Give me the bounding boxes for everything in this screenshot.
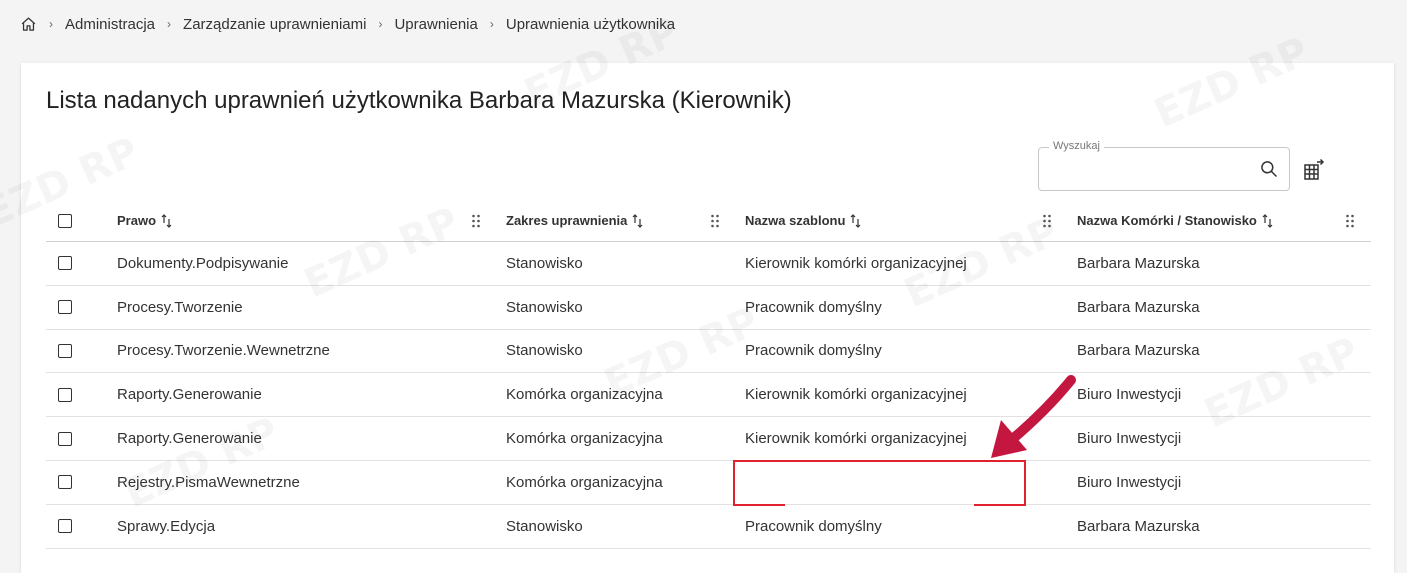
- cell-szablon: Kierownik komórki organizacyjnej: [745, 254, 967, 272]
- table-row[interactable]: Raporty.Generowanie Komórka organizacyjn…: [46, 417, 1371, 461]
- row-checkbox[interactable]: [58, 519, 72, 534]
- cell-komorka: Barbara Mazurska: [1077, 342, 1200, 360]
- breadcrumb-item-zarzadzanie[interactable]: Zarządzanie uprawnieniami: [183, 16, 366, 33]
- cell-zakres: Stanowisko: [506, 254, 583, 272]
- cell-komorka: Barbara Mazurska: [1077, 517, 1200, 535]
- row-checkbox[interactable]: [58, 475, 72, 490]
- cell-zakres: Komórka organizacyjna: [506, 386, 663, 404]
- row-checkbox[interactable]: [58, 343, 72, 358]
- row-checkbox[interactable]: [58, 387, 72, 402]
- permissions-card: Lista nadanych uprawnień użytkownika Bar…: [21, 63, 1394, 573]
- cell-prawo: Procesy.Tworzenie.Wewnetrzne: [117, 342, 330, 360]
- cell-prawo: Rejestry.PismaWewnetrzne: [117, 473, 300, 491]
- row-checkbox[interactable]: [58, 431, 72, 446]
- cell-zakres: Stanowisko: [506, 342, 583, 360]
- cell-szablon: Pracownik domyślny: [745, 517, 882, 535]
- table-row[interactable]: Procesy.Tworzenie Stanowisko Pracownik d…: [46, 286, 1371, 330]
- table-row[interactable]: Dokumenty.Podpisywanie Stanowisko Kierow…: [46, 242, 1371, 286]
- breadcrumb-item-current: Uprawnienia użytkownika: [505, 15, 676, 33]
- breadcrumb-separator: ›: [49, 17, 53, 31]
- sort-icon[interactable]: [632, 213, 644, 228]
- cell-szablon: Kierownik komórki organizacyjnej: [745, 386, 967, 404]
- drag-handle-icon[interactable]: [1345, 214, 1355, 228]
- column-header-label: Nazwa szablonu: [745, 213, 846, 228]
- breadcrumb-item-uprawnienia[interactable]: Uprawnienia: [394, 16, 477, 33]
- cell-szablon: Pracownik domyślny: [745, 342, 882, 360]
- table-export-icon[interactable]: [1302, 158, 1326, 182]
- table-row[interactable]: Rejestry.PismaWewnetrzne Komórka organiz…: [46, 461, 1371, 505]
- sort-icon[interactable]: [161, 213, 173, 228]
- cell-komorka: Biuro Inwestycji: [1077, 430, 1182, 448]
- breadcrumb-separator: ›: [378, 17, 383, 31]
- table-row[interactable]: Sprawy.Edycja Stanowisko Pracownik domyś…: [46, 505, 1371, 549]
- breadcrumb-separator: ›: [167, 17, 172, 31]
- home-icon[interactable]: [20, 16, 37, 33]
- search-field[interactable]: Wyszukaj: [1038, 140, 1290, 191]
- cell-szablon: Pracownik domyślny: [745, 298, 882, 316]
- row-checkbox[interactable]: [58, 256, 72, 271]
- cell-prawo: Procesy.Tworzenie: [117, 298, 243, 316]
- breadcrumb-item-administracja[interactable]: Administracja: [65, 16, 155, 33]
- breadcrumb-separator: ›: [489, 17, 494, 31]
- cell-komorka: Barbara Mazurska: [1077, 298, 1200, 316]
- select-all-checkbox[interactable]: [58, 213, 72, 228]
- permissions-table: Prawo Zakres uprawnienia Nazwa szablonu …: [46, 200, 1371, 549]
- column-header-label: Prawo: [117, 213, 157, 228]
- column-header-label: Zakres uprawnienia: [506, 213, 628, 228]
- search-input[interactable]: [1049, 158, 1253, 182]
- row-checkbox[interactable]: [58, 300, 72, 315]
- cell-prawo: Dokumenty.Podpisywanie: [117, 254, 289, 272]
- cell-komorka: Barbara Mazurska: [1077, 254, 1200, 272]
- annotation-arrow-icon: [991, 375, 1076, 458]
- cell-prawo: Raporty.Generowanie: [117, 386, 262, 404]
- drag-handle-icon[interactable]: [471, 214, 481, 228]
- sort-icon[interactable]: [1262, 213, 1274, 228]
- sort-icon[interactable]: [850, 213, 862, 228]
- column-header-label: Nazwa Komórki / Stanowisko: [1077, 213, 1257, 228]
- cell-szablon: Kierownik komórki organizacyjnej: [745, 430, 967, 448]
- annotation-highlight-box: [733, 460, 1026, 506]
- drag-handle-icon[interactable]: [710, 214, 720, 228]
- table-row[interactable]: Procesy.Tworzenie.Wewnetrzne Stanowisko …: [46, 330, 1371, 374]
- cell-komorka: Biuro Inwestycji: [1077, 386, 1182, 404]
- cell-prawo: Sprawy.Edycja: [117, 517, 216, 535]
- cell-komorka: Biuro Inwestycji: [1077, 473, 1182, 491]
- drag-handle-icon[interactable]: [1042, 214, 1052, 228]
- cell-prawo: Raporty.Generowanie: [117, 430, 262, 448]
- cell-zakres: Komórka organizacyjna: [506, 430, 663, 448]
- table-header-row: Prawo Zakres uprawnienia Nazwa szablonu …: [46, 200, 1371, 242]
- search-label: Wyszukaj: [1049, 140, 1104, 152]
- column-header-komorka[interactable]: Nazwa Komórki / Stanowisko: [1077, 200, 1274, 241]
- column-header-prawo[interactable]: Prawo: [117, 200, 173, 241]
- cell-zakres: Stanowisko: [506, 298, 583, 316]
- table-row[interactable]: Raporty.Generowanie Komórka organizacyjn…: [46, 373, 1371, 418]
- page-title: Lista nadanych uprawnień użytkownika Bar…: [46, 87, 792, 114]
- column-header-szablon[interactable]: Nazwa szablonu: [745, 200, 862, 241]
- breadcrumb: › Administracja › Zarządzanie uprawnieni…: [20, 13, 675, 35]
- cell-zakres: Stanowisko: [506, 517, 583, 535]
- cell-zakres: Komórka organizacyjna: [506, 473, 663, 491]
- column-header-zakres[interactable]: Zakres uprawnienia: [506, 200, 644, 241]
- search-icon[interactable]: [1259, 159, 1279, 179]
